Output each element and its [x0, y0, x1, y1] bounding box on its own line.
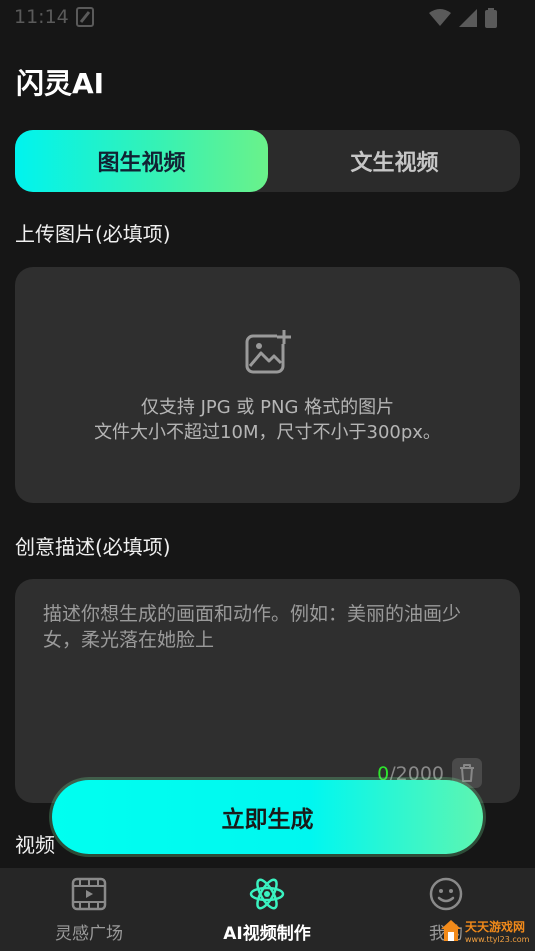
- battery-icon: [485, 8, 497, 28]
- atom-icon: [249, 878, 285, 910]
- description-input[interactable]: [43, 601, 493, 721]
- smiley-icon: [429, 877, 463, 911]
- status-bar: 11:14: [0, 0, 535, 36]
- description-section-label: 创意描述(必填项): [15, 535, 171, 559]
- app-title: 闪灵AI: [16, 67, 105, 100]
- video-section-label: 视频: [15, 833, 55, 857]
- tab-image-to-video[interactable]: 图生视频: [15, 130, 268, 192]
- description-box: 0/2000: [15, 579, 520, 803]
- watermark-house-icon: 天天游戏网 www.ttyl23.com: [441, 919, 530, 944]
- app-notification-icon: [76, 7, 94, 27]
- watermark-logo: 天天游戏网 www.ttyl23.com: [439, 915, 531, 945]
- generate-now-button[interactable]: 立即生成: [52, 780, 483, 854]
- mode-tabs: 图生视频 文生视频: [15, 130, 520, 192]
- nav-item-ai-video[interactable]: AI视频制作: [178, 868, 356, 951]
- film-icon: [71, 877, 107, 911]
- svg-text:天天游戏网: 天天游戏网: [465, 919, 525, 934]
- tab-text-to-video[interactable]: 文生视频: [268, 130, 521, 192]
- nav-label-inspiration: 灵感广场: [55, 924, 123, 944]
- upload-hint-format: 仅支持 JPG 或 PNG 格式的图片: [140, 397, 395, 418]
- svg-text:www.ttyl23.com: www.ttyl23.com: [465, 935, 530, 944]
- nav-item-inspiration[interactable]: 灵感广场: [0, 868, 178, 951]
- signal-icon: [459, 9, 477, 27]
- upload-section-label: 上传图片(必填项): [15, 222, 171, 246]
- status-time: 11:14: [14, 6, 69, 28]
- image-upload-area[interactable]: 仅支持 JPG 或 PNG 格式的图片 文件大小不超过10M，尺寸不小于300p…: [15, 267, 520, 503]
- status-icons: [429, 8, 497, 28]
- wifi-icon: [429, 9, 451, 26]
- add-image-icon: [245, 329, 292, 374]
- upload-hint-size: 文件大小不超过10M，尺寸不小于300px。: [94, 422, 441, 443]
- nav-label-ai-video: AI视频制作: [223, 924, 311, 944]
